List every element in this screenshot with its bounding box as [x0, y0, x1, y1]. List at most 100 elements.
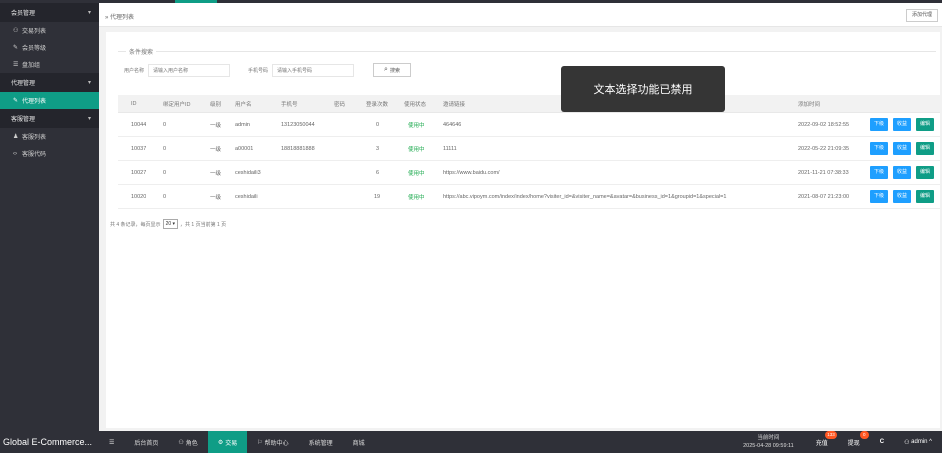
cell-status: 使用中: [408, 194, 425, 201]
cell-invite-link: https://abc.vipoym.com/index/index/home?…: [443, 193, 727, 200]
toast-message: 文本选择功能已禁用: [561, 66, 725, 112]
sidebar-group-agents: 代理管理 ▾ ✎ 代理列表: [0, 73, 99, 109]
chevron-down-icon: ▾: [87, 80, 91, 86]
row-actions: 下级 收益 编辑: [870, 142, 935, 155]
row-actions: 下级 收益 编辑: [870, 166, 935, 179]
tab-dashboard[interactable]: 后台首页: [124, 431, 168, 453]
table-row: 10027 0 一级 ceshidaili3 6 使用中 https://www…: [118, 161, 940, 185]
col-id: ID: [131, 100, 137, 107]
add-agent-button[interactable]: 添加代理: [905, 9, 938, 22]
cell-user: ceshidaili: [235, 193, 258, 200]
col-logins: 登录次数: [366, 101, 389, 108]
edit-button[interactable]: 编辑: [916, 166, 935, 179]
flag-icon: ⚐: [257, 439, 263, 446]
sidebar-group-header[interactable]: 代理管理 ▾: [0, 73, 99, 92]
table-row: 10044 0 一级 admin 13123050044 0 使用中 46464…: [118, 113, 940, 137]
table-row: 10037 0 一级 a00001 18818881888 3 使用中 1111…: [118, 137, 940, 161]
earnings-button[interactable]: 收益: [893, 142, 912, 155]
search-button[interactable]: ⌕ 搜索: [373, 63, 411, 77]
edit-button[interactable]: 编辑: [916, 190, 935, 203]
cell-logins: 6: [376, 169, 380, 176]
cell-uid: 0: [163, 193, 167, 200]
chevron-down-icon: ▾: [172, 221, 176, 227]
clock-label: 当前时间: [757, 435, 780, 441]
cell-user: ceshidaili3: [235, 169, 261, 176]
main-content: » 代理列表 添加代理 条件搜索 用户名称 手机号码 ⌕ 搜索 ID 绑定用户I…: [99, 3, 942, 431]
sidebar-item[interactable]: ‹› 客服代码: [0, 145, 99, 162]
username-input[interactable]: [148, 64, 231, 77]
col-status: 使用状态: [404, 101, 427, 108]
list-icon: ☰: [13, 62, 19, 68]
cell-uid: 0: [163, 121, 167, 128]
username-filter: 用户名称: [124, 64, 231, 77]
earnings-button[interactable]: 收益: [893, 118, 912, 131]
subordinate-button[interactable]: 下级: [870, 118, 889, 131]
content-panel: 条件搜索 用户名称 手机号码 ⌕ 搜索 ID 绑定用户ID 级别 用户名 手机号…: [106, 32, 940, 428]
tab-help-center[interactable]: ⚐ 帮助中心: [247, 431, 298, 453]
tab-system[interactable]: 系统管理: [299, 431, 343, 453]
tab-roles[interactable]: ⚇ 角色: [168, 431, 207, 453]
sidebar-item[interactable]: ♟ 客服列表: [0, 128, 99, 145]
cell-phone: 13123050044: [281, 121, 315, 128]
col-username: 用户名: [235, 101, 252, 108]
withdraw-button[interactable]: 提现 0: [838, 431, 870, 453]
earnings-button[interactable]: 收益: [893, 166, 912, 179]
edit-button[interactable]: 编辑: [916, 142, 935, 155]
menu-toggle-icon[interactable]: ☰: [99, 431, 124, 453]
col-bound-user-id: 绑定用户ID: [163, 101, 191, 108]
bottom-edge: [0, 453, 942, 457]
sidebar-item[interactable]: ☰ 盘加组: [0, 56, 99, 73]
refresh-icon[interactable]: C: [870, 431, 894, 453]
cell-user: admin: [235, 121, 250, 128]
cell-level: 一级: [210, 146, 222, 153]
sidebar-item[interactable]: ✎ 会员等级: [0, 39, 99, 56]
cell-status: 使用中: [408, 122, 425, 129]
sidebar-item[interactable]: ⚇ 交易列表: [0, 22, 99, 39]
pagination-suffix: ，共 1 页当前第 1 页: [180, 221, 227, 228]
row-actions: 下级 收益 编辑: [870, 118, 935, 131]
subordinate-button[interactable]: 下级: [870, 166, 889, 179]
col-invite-link: 邀请链接: [443, 101, 466, 108]
cell-invite-link: 464646: [443, 121, 462, 128]
recharge-badge: 133: [825, 431, 837, 439]
breadcrumb-bar: » 代理列表 添加代理: [99, 3, 942, 27]
subordinate-button[interactable]: 下级: [870, 142, 889, 155]
col-level: 级别: [210, 101, 222, 108]
subordinate-button[interactable]: 下级: [870, 190, 889, 203]
search-fieldset: 条件搜索 用户名称 手机号码 ⌕ 搜索: [118, 47, 936, 80]
chevron-down-icon: ▾: [87, 10, 91, 16]
sidebar-group-header[interactable]: 会员管理 ▾: [0, 3, 99, 22]
pagination-prefix: 共 4 条记录，每页显示: [110, 221, 161, 228]
cell-id: 10027: [131, 169, 147, 176]
edit-button[interactable]: 编辑: [916, 118, 935, 131]
cell-invite-link: 11111: [443, 145, 457, 152]
tab-mall[interactable]: 商城: [343, 431, 375, 453]
pagination: 共 4 条记录，每页显示 20 ▾ ，共 1 页当前第 1 页: [110, 219, 226, 229]
cell-time: 2022-05-22 21:09:35: [798, 145, 850, 152]
sidebar-item-agent-list[interactable]: ✎ 代理列表: [0, 92, 99, 109]
cell-id: 10020: [131, 193, 147, 200]
user-menu[interactable]: ⚇ admin ^: [894, 431, 942, 453]
phone-input[interactable]: [272, 64, 355, 77]
earnings-button[interactable]: 收益: [893, 190, 912, 203]
phone-label: 手机号码: [248, 68, 269, 74]
tab-trade[interactable]: ⚙ 交易: [207, 431, 248, 453]
search-icon: ⌕: [384, 66, 388, 73]
cell-id: 10044: [131, 121, 147, 128]
cell-logins: 19: [374, 193, 381, 200]
table-row: 10020 0 一级 ceshidaili 19 使用中 https://abc…: [118, 185, 940, 209]
cell-uid: 0: [163, 145, 167, 152]
sidebar-group-members: 会员管理 ▾ ⚇ 交易列表 ✎ 会员等级 ☰ 盘加组: [0, 3, 99, 73]
per-page-select[interactable]: 20 ▾: [162, 219, 179, 229]
brand-title[interactable]: Global E-Commerce...: [0, 431, 99, 453]
sidebar-group-header[interactable]: 客服管理 ▾: [0, 109, 99, 128]
cell-logins: 0: [376, 121, 380, 128]
recharge-button[interactable]: 充值 133: [806, 431, 838, 453]
cell-time: 2022-09-02 18:52:55: [798, 121, 850, 128]
person-icon: ⚇: [13, 28, 19, 34]
cell-logins: 3: [376, 145, 380, 152]
col-added-time: 添加时间: [798, 101, 821, 108]
breadcrumb: » 代理列表: [105, 15, 135, 21]
cell-time: 2021-11-21 07:38:33: [798, 169, 849, 176]
code-icon: ‹›: [13, 150, 17, 157]
